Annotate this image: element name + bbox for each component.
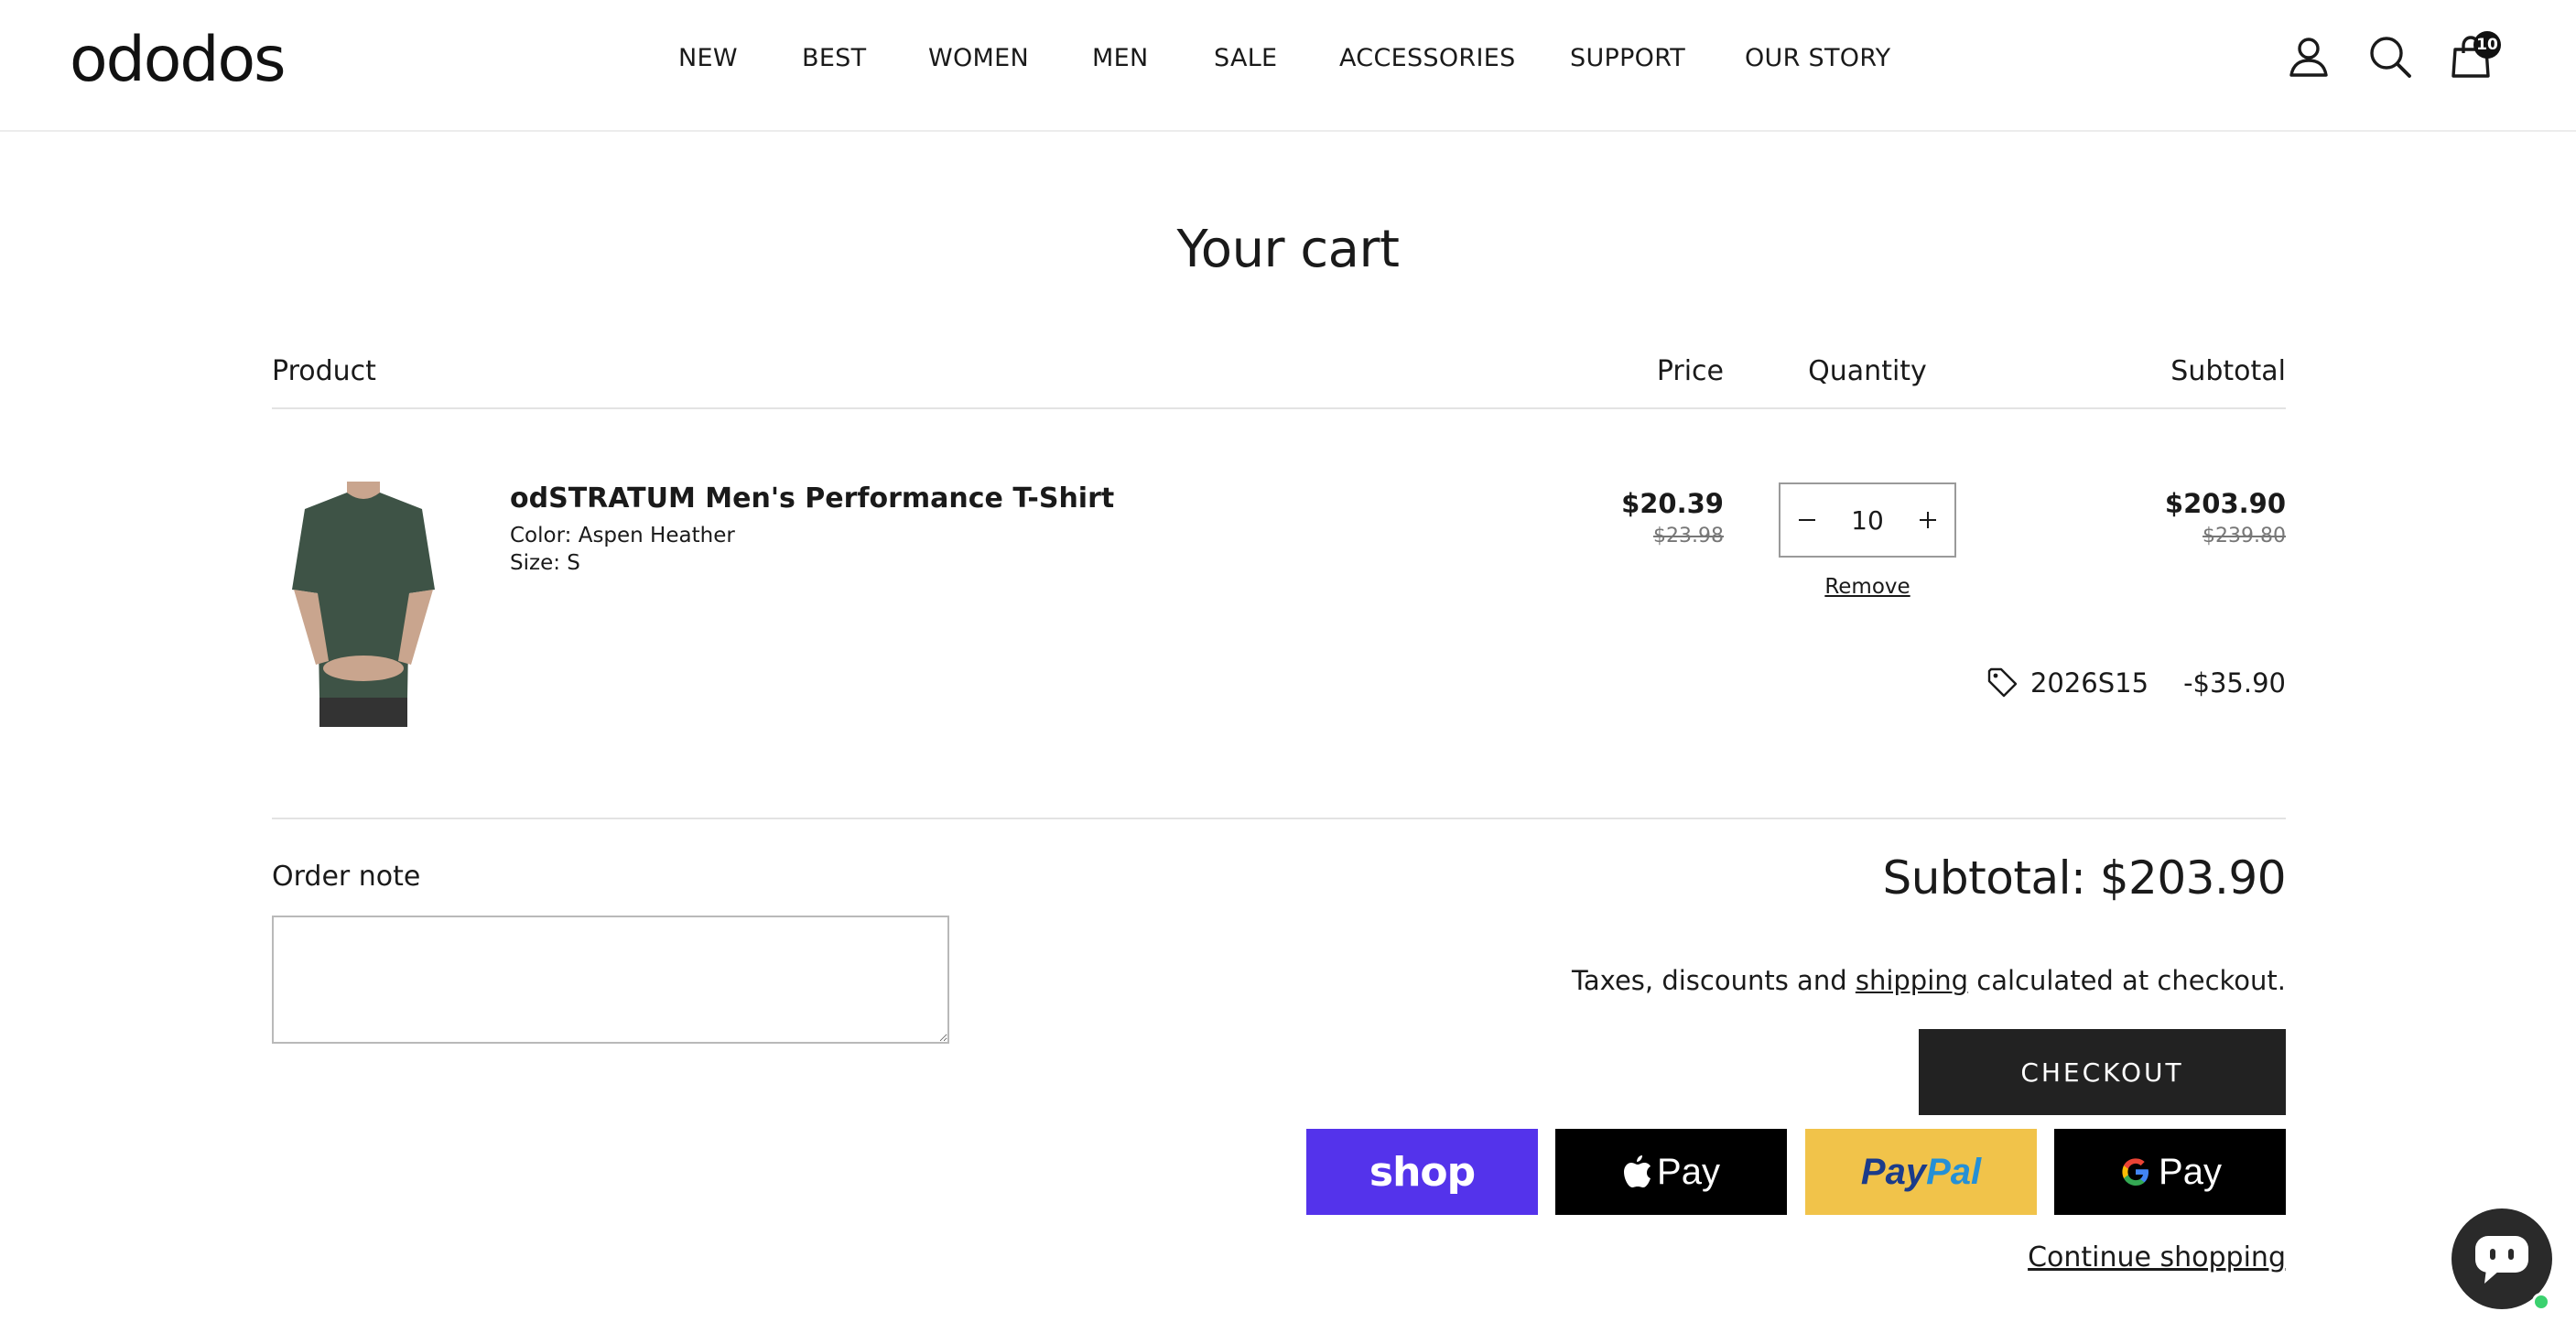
header-divider (272, 407, 2286, 409)
tag-icon (1987, 667, 2018, 698)
minus-icon (1799, 519, 1815, 521)
nav-item-men[interactable]: MEN (1092, 40, 1148, 77)
quantity-decrease-button[interactable] (1780, 484, 1834, 556)
brand-logo[interactable]: ododos (70, 27, 287, 93)
item-price: $20.39 (1621, 488, 1724, 519)
order-note-textarea[interactable] (272, 916, 949, 1044)
item-subtotal: $203.90 (2164, 488, 2286, 519)
google-g-icon (2122, 1158, 2149, 1186)
product-color: Color: Aspen Heather (510, 524, 735, 547)
product-name[interactable]: odSTRATUM Men's Performance T-Shirt (510, 482, 1114, 515)
cart-subtotal: Subtotal: $203.90 (1882, 851, 2287, 905)
item-subtotal-original: $239.80 (2203, 525, 2286, 547)
apple-pay-button[interactable]: Pay (1555, 1129, 1787, 1215)
search-icon[interactable] (2366, 33, 2414, 81)
item-price-original: $23.98 (1653, 525, 1724, 547)
product-size: Size: S (510, 551, 580, 575)
shop-pay-label: shop (1369, 1148, 1476, 1196)
items-divider (272, 818, 2286, 819)
paypal-label-pal: Pal (1926, 1151, 1982, 1192)
shipping-link[interactable]: shipping (1856, 965, 1968, 996)
google-pay-button[interactable]: Pay (2054, 1129, 2286, 1215)
online-status-dot (2532, 1293, 2550, 1311)
discount-row: 2026S15 -$35.90 (1986, 665, 2286, 701)
column-header-price: Price (1656, 355, 1724, 387)
paypal-label-pay: Pay (1860, 1151, 1927, 1192)
quantity-increase-button[interactable] (1901, 484, 1954, 556)
nav-item-support[interactable]: SUPPORT (1570, 40, 1685, 77)
order-note-label: Order note (272, 861, 421, 893)
continue-shopping-link[interactable]: Continue shopping (2028, 1241, 2286, 1273)
taxes-note: Taxes, discounts and shipping calculated… (1572, 965, 2286, 996)
shop-pay-button[interactable]: shop (1306, 1129, 1538, 1215)
discount-amount: -$35.90 (2183, 667, 2286, 699)
plus-icon (1920, 512, 1936, 528)
quantity-input[interactable] (1834, 484, 1901, 556)
apple-icon (1624, 1155, 1651, 1187)
checkout-button[interactable]: CHECKOUT (1919, 1029, 2286, 1115)
column-header-subtotal: Subtotal (2170, 355, 2286, 387)
cart-count-badge: 10 (2473, 31, 2501, 59)
paypal-button[interactable]: Pay Pal (1805, 1129, 2037, 1215)
page-title: Your cart (1176, 220, 1400, 279)
nav-item-best[interactable]: BEST (802, 40, 866, 77)
nav-item-accessories[interactable]: ACCESSORIES (1339, 40, 1516, 77)
column-header-quantity: Quantity (1808, 355, 1927, 387)
nav-item-women[interactable]: WOMEN (928, 40, 1029, 77)
quantity-stepper (1779, 482, 1956, 558)
remove-item-link[interactable]: Remove (1779, 575, 1956, 599)
nav-item-our-story[interactable]: OUR STORY (1745, 40, 1890, 77)
product-image[interactable] (272, 482, 455, 727)
t-shirt-model-image (272, 482, 455, 727)
taxes-note-text-end: calculated at checkout. (1968, 965, 2286, 996)
discount-code: 2026S15 (2029, 667, 2149, 699)
column-header-product: Product (272, 355, 376, 387)
apple-pay-label: Pay (1657, 1151, 1720, 1192)
site-header: ododos NEW BEST WOMEN MEN SALE ACCESSORI… (0, 0, 2576, 132)
account-icon[interactable] (2285, 33, 2332, 81)
nav-item-sale[interactable]: SALE (1214, 40, 1277, 77)
taxes-note-text: Taxes, discounts and (1572, 965, 1856, 996)
google-pay-label: Pay (2159, 1151, 2222, 1192)
nav-item-new[interactable]: NEW (678, 40, 738, 77)
